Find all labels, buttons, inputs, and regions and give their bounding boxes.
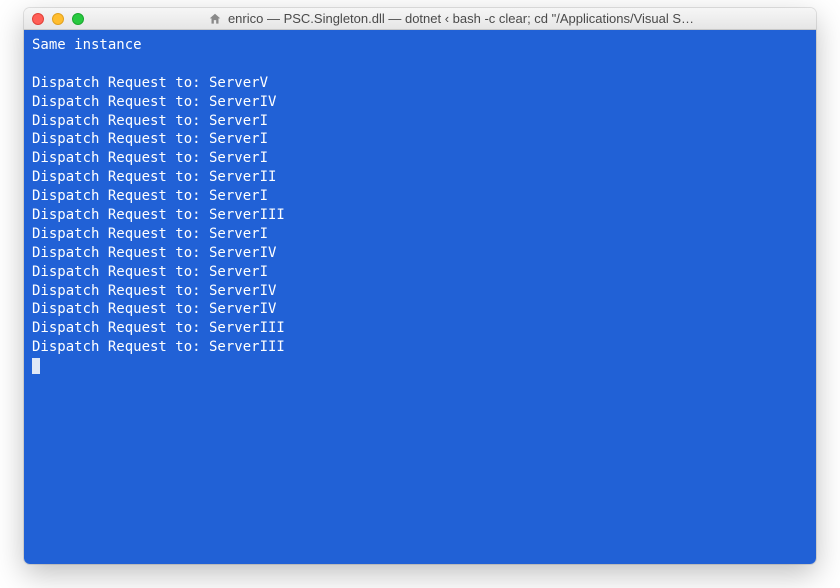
terminal-line: Dispatch Request to: ServerI — [32, 130, 808, 149]
close-button[interactable] — [32, 13, 44, 25]
window-title: enrico — PSC.Singleton.dll — dotnet ‹ ba… — [228, 11, 694, 26]
terminal-content[interactable]: Same instance Dispatch Request to: Serve… — [24, 30, 816, 564]
terminal-line: Dispatch Request to: ServerI — [32, 187, 808, 206]
terminal-line: Dispatch Request to: ServerI — [32, 225, 808, 244]
terminal-line-intro: Same instance — [32, 36, 808, 55]
terminal-line: Dispatch Request to: ServerI — [32, 263, 808, 282]
terminal-line: Dispatch Request to: ServerIII — [32, 338, 808, 357]
minimize-button[interactable] — [52, 13, 64, 25]
titlebar[interactable]: enrico — PSC.Singleton.dll — dotnet ‹ ba… — [24, 8, 816, 30]
terminal-line: Dispatch Request to: ServerIV — [32, 93, 808, 112]
terminal-line: Dispatch Request to: ServerIV — [32, 244, 808, 263]
terminal-line: Dispatch Request to: ServerIV — [32, 282, 808, 301]
terminal-line: Dispatch Request to: ServerI — [32, 112, 808, 131]
home-icon — [208, 12, 222, 26]
terminal-line: Dispatch Request to: ServerIII — [32, 206, 808, 225]
terminal-blank-line — [32, 55, 808, 74]
terminal-line: Dispatch Request to: ServerI — [32, 149, 808, 168]
terminal-line: Dispatch Request to: ServerIII — [32, 319, 808, 338]
terminal-cursor-line — [32, 357, 808, 376]
traffic-lights — [32, 13, 84, 25]
terminal-line: Dispatch Request to: ServerII — [32, 168, 808, 187]
terminal-window: enrico — PSC.Singleton.dll — dotnet ‹ ba… — [24, 8, 816, 564]
maximize-button[interactable] — [72, 13, 84, 25]
window-title-area: enrico — PSC.Singleton.dll — dotnet ‹ ba… — [94, 11, 808, 26]
cursor-block — [32, 358, 40, 374]
terminal-line: Dispatch Request to: ServerV — [32, 74, 808, 93]
terminal-line: Dispatch Request to: ServerIV — [32, 300, 808, 319]
